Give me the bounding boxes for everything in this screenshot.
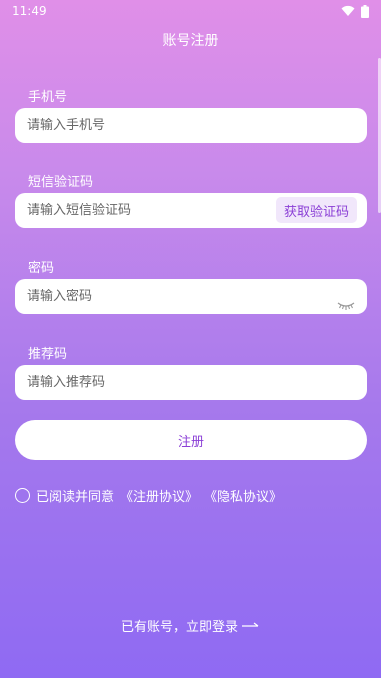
password-input[interactable] xyxy=(27,289,355,304)
privacy-link[interactable]: 《隐私协议》 xyxy=(204,486,282,505)
login-text[interactable]: 已有账号，立即登录 xyxy=(121,616,238,635)
terms-link[interactable]: 《注册协议》 xyxy=(120,486,198,505)
sms-field[interactable]: 获取验证码 xyxy=(15,193,367,228)
battery-icon xyxy=(361,4,369,18)
sms-label: 短信验证码 xyxy=(28,175,94,190)
get-code-button[interactable]: 获取验证码 xyxy=(275,197,357,223)
referral-field[interactable] xyxy=(15,365,367,400)
phone-input[interactable] xyxy=(27,118,355,133)
phone-field[interactable] xyxy=(15,108,367,143)
eye-closed-icon[interactable] xyxy=(337,300,355,312)
password-field[interactable] xyxy=(15,279,367,314)
page-title: 账号注册 xyxy=(162,33,219,49)
status-time: 11:49 xyxy=(12,4,47,18)
phone-label: 手机号 xyxy=(28,90,68,105)
agree-radio[interactable] xyxy=(15,488,30,503)
referral-label: 推荐码 xyxy=(28,347,68,362)
login-link[interactable]: 已有账号，立即登录 xyxy=(0,616,381,635)
arrow-right-icon xyxy=(242,622,259,627)
agreement-row: 已阅读并同意 《注册协议》 《隐私协议》 xyxy=(15,486,282,505)
status-bar: 11:49 xyxy=(0,0,381,22)
register-button[interactable]: 注册 xyxy=(15,420,367,460)
referral-input[interactable] xyxy=(27,375,355,390)
status-icons xyxy=(341,4,369,18)
wifi-icon xyxy=(341,5,355,16)
password-label: 密码 xyxy=(28,261,55,276)
agreement-prefix: 已阅读并同意 xyxy=(36,490,115,505)
